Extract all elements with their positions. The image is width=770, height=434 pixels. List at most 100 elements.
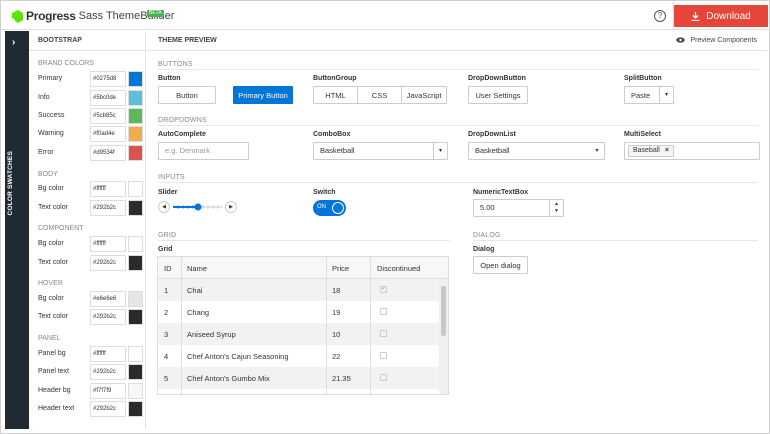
group-title: BODY [38, 171, 58, 178]
swatch-hex-input[interactable]: #f7f7f9 [90, 383, 126, 399]
grid-header: ID Name Price Discontinued [158, 257, 448, 279]
splitbutton-label: SplitButton [624, 75, 662, 82]
swatch-hex-input[interactable]: #5bc0de [90, 90, 126, 106]
swatch-hex-input[interactable]: #d9534f [90, 145, 126, 161]
remove-tag-icon[interactable]: × [665, 147, 669, 154]
swatch-hex-input[interactable]: #0275d8 [90, 71, 126, 87]
swatch-color-chip[interactable] [128, 383, 143, 399]
swatch-hex-input[interactable]: #292b2c [90, 309, 126, 325]
swatch-hex-input[interactable]: #ffffff [90, 236, 126, 252]
swatch-hex-input[interactable]: #292b2c [90, 364, 126, 380]
download-button[interactable]: Download [674, 5, 768, 27]
download-label: Download [706, 10, 751, 22]
preview-components-toggle[interactable]: Preview Components [675, 31, 757, 51]
swatch-row: Info #5bc0de [38, 90, 143, 106]
dropdownlist-select[interactable]: Basketball ▾ [468, 142, 605, 160]
swatch-color-chip[interactable] [128, 200, 143, 216]
swatch-color-chip[interactable] [128, 145, 143, 161]
group-title: BRAND COLORS [38, 60, 95, 67]
cell-id: 4 [164, 352, 169, 361]
swatch-color-chip[interactable] [128, 236, 143, 252]
cell-discontinued-checkbox[interactable] [380, 308, 387, 315]
swatch-label: Warning [38, 130, 64, 137]
swatch-row: Bg color #ffffff [38, 236, 143, 252]
column-divider [181, 257, 182, 394]
numeric-input[interactable]: 5.00 ▲ ▼ [473, 199, 564, 217]
swatch-label: Header text [38, 405, 75, 412]
buttongroup-html[interactable]: HTML [313, 86, 358, 104]
cell-name: Chef Anton's Gumbo Mix [187, 374, 270, 383]
table-row[interactable]: 3 Aniseed Syrup 10 [158, 323, 439, 345]
slider-track[interactable] [173, 201, 225, 213]
swatch-hex-input[interactable]: #292b2c [90, 200, 126, 216]
swatch-hex-input[interactable]: #e6e6e6 [90, 291, 126, 307]
user-settings-button[interactable]: User Settings [468, 86, 528, 104]
table-row[interactable]: 4 Chef Anton's Cajun Seasoning 22 [158, 345, 439, 367]
slider-decrease-icon[interactable]: ◀ [158, 201, 170, 213]
preview-components-label: Preview Components [690, 37, 757, 44]
multiselect-input[interactable]: Baseball × [624, 142, 760, 160]
swatch-hex-input[interactable]: #5cb85c [90, 108, 126, 124]
swatch-hex-input[interactable]: #292b2c [90, 401, 126, 417]
primary-button[interactable]: Primary Button [233, 86, 293, 104]
spin-arrows-icon[interactable]: ▲ ▼ [549, 200, 563, 216]
combobox-input[interactable]: Basketball ▾ [313, 142, 448, 160]
scrollbar-thumb[interactable] [441, 286, 446, 336]
split-arrow-icon[interactable]: ▾ [659, 87, 673, 103]
cell-discontinued-checkbox[interactable]: ✓ [380, 286, 387, 293]
column-header-discontinued[interactable]: Discontinued [377, 264, 420, 273]
table-row[interactable]: 5 Chef Anton's Gumbo Mix 21.35 [158, 367, 439, 389]
swatch-row: Text color #292b2c [38, 309, 143, 325]
swatch-color-chip[interactable] [128, 291, 143, 307]
tag-label: Baseball [633, 147, 660, 154]
grid-scrollbar[interactable] [439, 279, 448, 394]
cell-discontinued-checkbox[interactable] [380, 374, 387, 381]
help-icon[interactable]: ? [654, 10, 666, 22]
swatch-color-chip[interactable] [128, 255, 143, 271]
swatch-color-chip[interactable] [128, 401, 143, 417]
dialog-label: Dialog [473, 246, 495, 253]
swatch-color-chip[interactable] [128, 181, 143, 197]
default-button[interactable]: Button [158, 86, 216, 104]
table-row[interactable]: 2 Chang 19 [158, 301, 439, 323]
swatch-hex-input[interactable]: #292b2c [90, 255, 126, 271]
swatch-color-chip[interactable] [128, 364, 143, 380]
paste-split-button[interactable]: Paste ▾ [624, 86, 674, 104]
open-dialog-button[interactable]: Open dialog [473, 256, 528, 274]
section-title-buttons: BUTTONS [158, 61, 193, 68]
swatch-hex-input[interactable]: #ffffff [90, 346, 126, 362]
buttongroup-css[interactable]: CSS [357, 86, 402, 104]
swatch-label: Panel text [38, 368, 70, 375]
buttongroup-javascript[interactable]: JavaScript [401, 86, 447, 104]
panel-title: BOOTSTRAP [29, 31, 145, 51]
section-divider [158, 240, 450, 241]
cell-name: Chai [187, 286, 203, 295]
swatch-hex-input[interactable]: #f0ad4e [90, 126, 126, 142]
expand-chevron-icon[interactable]: › [12, 37, 15, 48]
swatch-color-chip[interactable] [128, 126, 143, 142]
chevron-down-icon[interactable]: ▾ [433, 143, 447, 159]
column-header-id[interactable]: ID [164, 264, 172, 273]
section-title-grid: GRID [158, 232, 177, 239]
swatch-color-chip[interactable] [128, 309, 143, 325]
cell-discontinued-checkbox[interactable] [380, 352, 387, 359]
preview-header: THEME PREVIEW Preview Components [147, 31, 767, 51]
table-row[interactable]: 1 Chai 18 ✓ [158, 279, 439, 301]
dropdownbutton-label: DropDownButton [468, 75, 526, 82]
swatch-color-chip[interactable] [128, 71, 143, 87]
cell-discontinued-checkbox[interactable] [380, 330, 387, 337]
slider-increase-icon[interactable]: ▶ [225, 201, 237, 213]
swatch-color-chip[interactable] [128, 346, 143, 362]
column-header-name[interactable]: Name [187, 264, 207, 273]
color-swatches-label[interactable]: COLOR SWATCHES [7, 151, 27, 215]
autocomplete-input[interactable]: e.g. Denmark [158, 142, 249, 160]
swatch-label: Panel bg [38, 350, 66, 357]
swatch-color-chip[interactable] [128, 90, 143, 106]
slider-handle[interactable] [194, 203, 202, 211]
cell-price: 22 [332, 352, 341, 361]
swatch-hex-input[interactable]: #ffffff [90, 181, 126, 197]
swatch-color-chip[interactable] [128, 108, 143, 124]
column-header-price[interactable]: Price [332, 264, 349, 273]
swatch-row: Header text #292b2c [38, 401, 143, 417]
switch-toggle[interactable]: ON [313, 200, 346, 216]
